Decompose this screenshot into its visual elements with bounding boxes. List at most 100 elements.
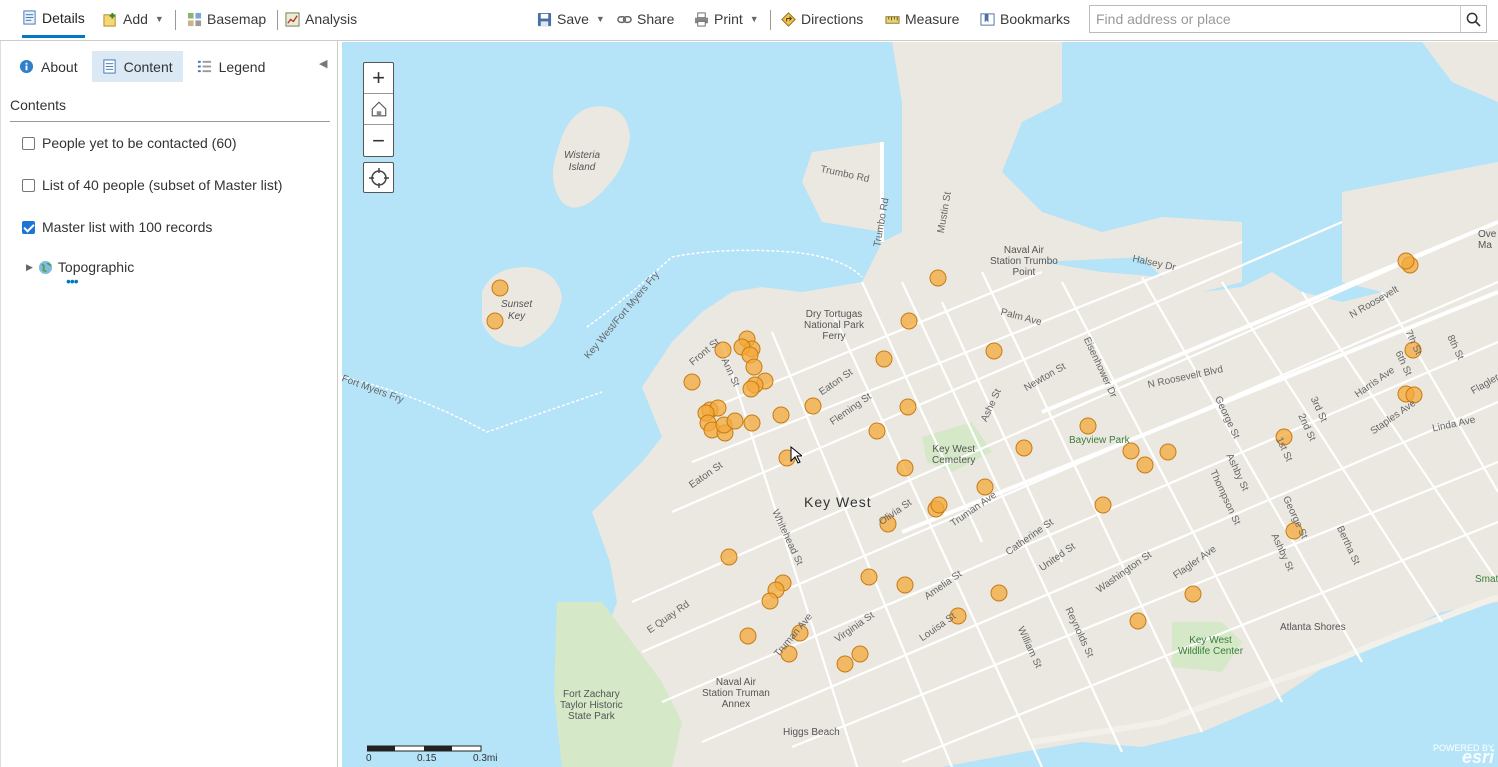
save-icon xyxy=(537,12,552,26)
directions-button[interactable]: Directions xyxy=(781,0,863,38)
record-point-marker[interactable] xyxy=(742,380,760,398)
record-point-marker[interactable] xyxy=(1184,585,1202,603)
esri-logo: esri xyxy=(1461,747,1494,767)
zoom-out-button[interactable]: − xyxy=(364,125,393,156)
record-point-marker[interactable] xyxy=(899,398,917,416)
scale-label-start: 0 xyxy=(366,753,372,764)
record-point-marker[interactable] xyxy=(804,397,822,415)
record-point-marker[interactable] xyxy=(875,350,893,368)
map-view[interactable]: + − Wisteria Island Sunset Key Naval Air St… xyxy=(342,42,1498,767)
measure-button[interactable]: Measure xyxy=(885,0,959,38)
panel-tabs: About Content Legend xyxy=(9,51,275,83)
record-point-marker[interactable] xyxy=(761,592,779,610)
wildlife-center-label: Key West Wildlife Center xyxy=(1178,635,1244,657)
record-point-marker[interactable] xyxy=(900,312,918,330)
chevron-down-icon: ▼ xyxy=(749,14,759,24)
record-point-marker[interactable] xyxy=(896,459,914,477)
layer-item: People yet to be contacted (60) xyxy=(22,135,237,151)
scale-bar xyxy=(367,745,482,752)
record-point-marker[interactable] xyxy=(1397,252,1415,270)
basemap-button[interactable]: Basemap xyxy=(187,0,266,38)
layer-checkbox[interactable] xyxy=(22,220,35,234)
record-point-marker[interactable] xyxy=(896,576,914,594)
record-point-marker[interactable] xyxy=(836,655,854,673)
tab-legend-label: Legend xyxy=(218,58,266,75)
record-point-marker[interactable] xyxy=(1129,612,1147,630)
chevron-down-icon: ▼ xyxy=(595,14,605,24)
printer-icon xyxy=(694,11,709,27)
print-label: Print xyxy=(714,11,743,27)
details-icon xyxy=(23,10,36,25)
tab-about[interactable]: About xyxy=(9,51,88,82)
record-point-marker[interactable] xyxy=(745,358,763,376)
search-button[interactable] xyxy=(1460,6,1486,32)
higgs-beach-label: Higgs Beach xyxy=(783,727,840,738)
record-point-marker[interactable] xyxy=(726,412,744,430)
analysis-button[interactable]: Analysis xyxy=(285,0,357,38)
search-box xyxy=(1089,5,1487,33)
zoom-in-button[interactable]: + xyxy=(364,63,393,94)
atlanta-shores-label: Atlanta Shores xyxy=(1280,622,1346,633)
edge-place-label: Ove Ma xyxy=(1478,229,1497,251)
record-point-marker[interactable] xyxy=(683,373,701,391)
esri-attribution[interactable]: POWERED BY esri xyxy=(1433,744,1494,767)
trumbo-point-label: Naval Air Station Trumbo Point xyxy=(990,245,1058,278)
cemetery-label: Key West Cemetery xyxy=(932,444,976,466)
record-point-marker[interactable] xyxy=(990,584,1008,602)
add-button[interactable]: Add ▼ xyxy=(103,0,164,38)
ferry-route xyxy=(342,376,603,433)
record-point-marker[interactable] xyxy=(985,342,1003,360)
bookmarks-button[interactable]: Bookmarks xyxy=(980,0,1070,38)
layer-label[interactable]: People yet to be contacted (60) xyxy=(42,135,237,151)
record-point-marker[interactable] xyxy=(491,279,509,297)
record-point-marker[interactable] xyxy=(868,422,886,440)
more-options-icon[interactable]: ••• xyxy=(66,274,79,288)
record-point-marker[interactable] xyxy=(860,568,878,586)
share-link-icon xyxy=(617,15,632,23)
scale-label-end: 0.3mi xyxy=(473,753,498,764)
search-input[interactable] xyxy=(1090,6,1460,32)
locate-crosshair-icon xyxy=(368,167,389,188)
add-layer-icon xyxy=(103,12,116,27)
record-point-marker[interactable] xyxy=(1094,496,1112,514)
save-button[interactable]: Save ▼ xyxy=(537,0,605,38)
record-point-marker[interactable] xyxy=(772,406,790,424)
layer-label[interactable]: Master list with 100 records xyxy=(42,219,212,235)
collapse-panel-icon[interactable]: ◀ xyxy=(319,57,327,70)
layer-label[interactable]: List of 40 people (subset of Master list… xyxy=(42,177,282,193)
city-label: Key West xyxy=(804,494,872,510)
record-point-marker[interactable] xyxy=(1015,439,1033,457)
basemap-layer-item: ▶ Topographic xyxy=(26,259,134,275)
share-label: Share xyxy=(637,11,675,27)
layer-checkbox[interactable] xyxy=(22,178,35,192)
truman-annex-label: Naval Air Station Truman Annex xyxy=(702,677,770,710)
details-label: Details xyxy=(42,9,85,26)
record-point-marker[interactable] xyxy=(739,627,757,645)
home-icon xyxy=(371,101,386,117)
tab-legend[interactable]: Legend xyxy=(187,51,276,82)
info-icon xyxy=(19,59,34,74)
record-point-marker[interactable] xyxy=(720,548,738,566)
record-point-marker[interactable] xyxy=(1079,417,1097,435)
directions-icon xyxy=(781,11,796,27)
layer-checkbox[interactable] xyxy=(22,136,35,150)
basemap-drawing xyxy=(342,42,1498,767)
plus-icon: + xyxy=(372,65,385,90)
home-button[interactable] xyxy=(364,94,393,125)
record-point-marker[interactable] xyxy=(743,414,761,432)
record-point-marker[interactable] xyxy=(929,269,947,287)
print-button[interactable]: Print ▼ xyxy=(694,0,759,38)
contents-heading: Contents xyxy=(10,97,330,122)
locate-button[interactable] xyxy=(363,162,394,193)
expand-triangle-icon[interactable]: ▶ xyxy=(26,262,33,273)
chevron-down-icon: ▼ xyxy=(154,14,164,24)
tab-content[interactable]: Content xyxy=(91,51,183,82)
record-point-marker[interactable] xyxy=(1136,456,1154,474)
toolbar-divider xyxy=(277,10,278,30)
record-point-marker[interactable] xyxy=(851,645,869,663)
fort-zachary-label: Fort Zachary Taylor Historic State Park xyxy=(560,689,623,722)
record-point-marker[interactable] xyxy=(1159,443,1177,461)
share-button[interactable]: Share xyxy=(617,0,674,38)
record-point-marker[interactable] xyxy=(930,496,948,514)
details-button[interactable]: Details xyxy=(22,0,85,38)
